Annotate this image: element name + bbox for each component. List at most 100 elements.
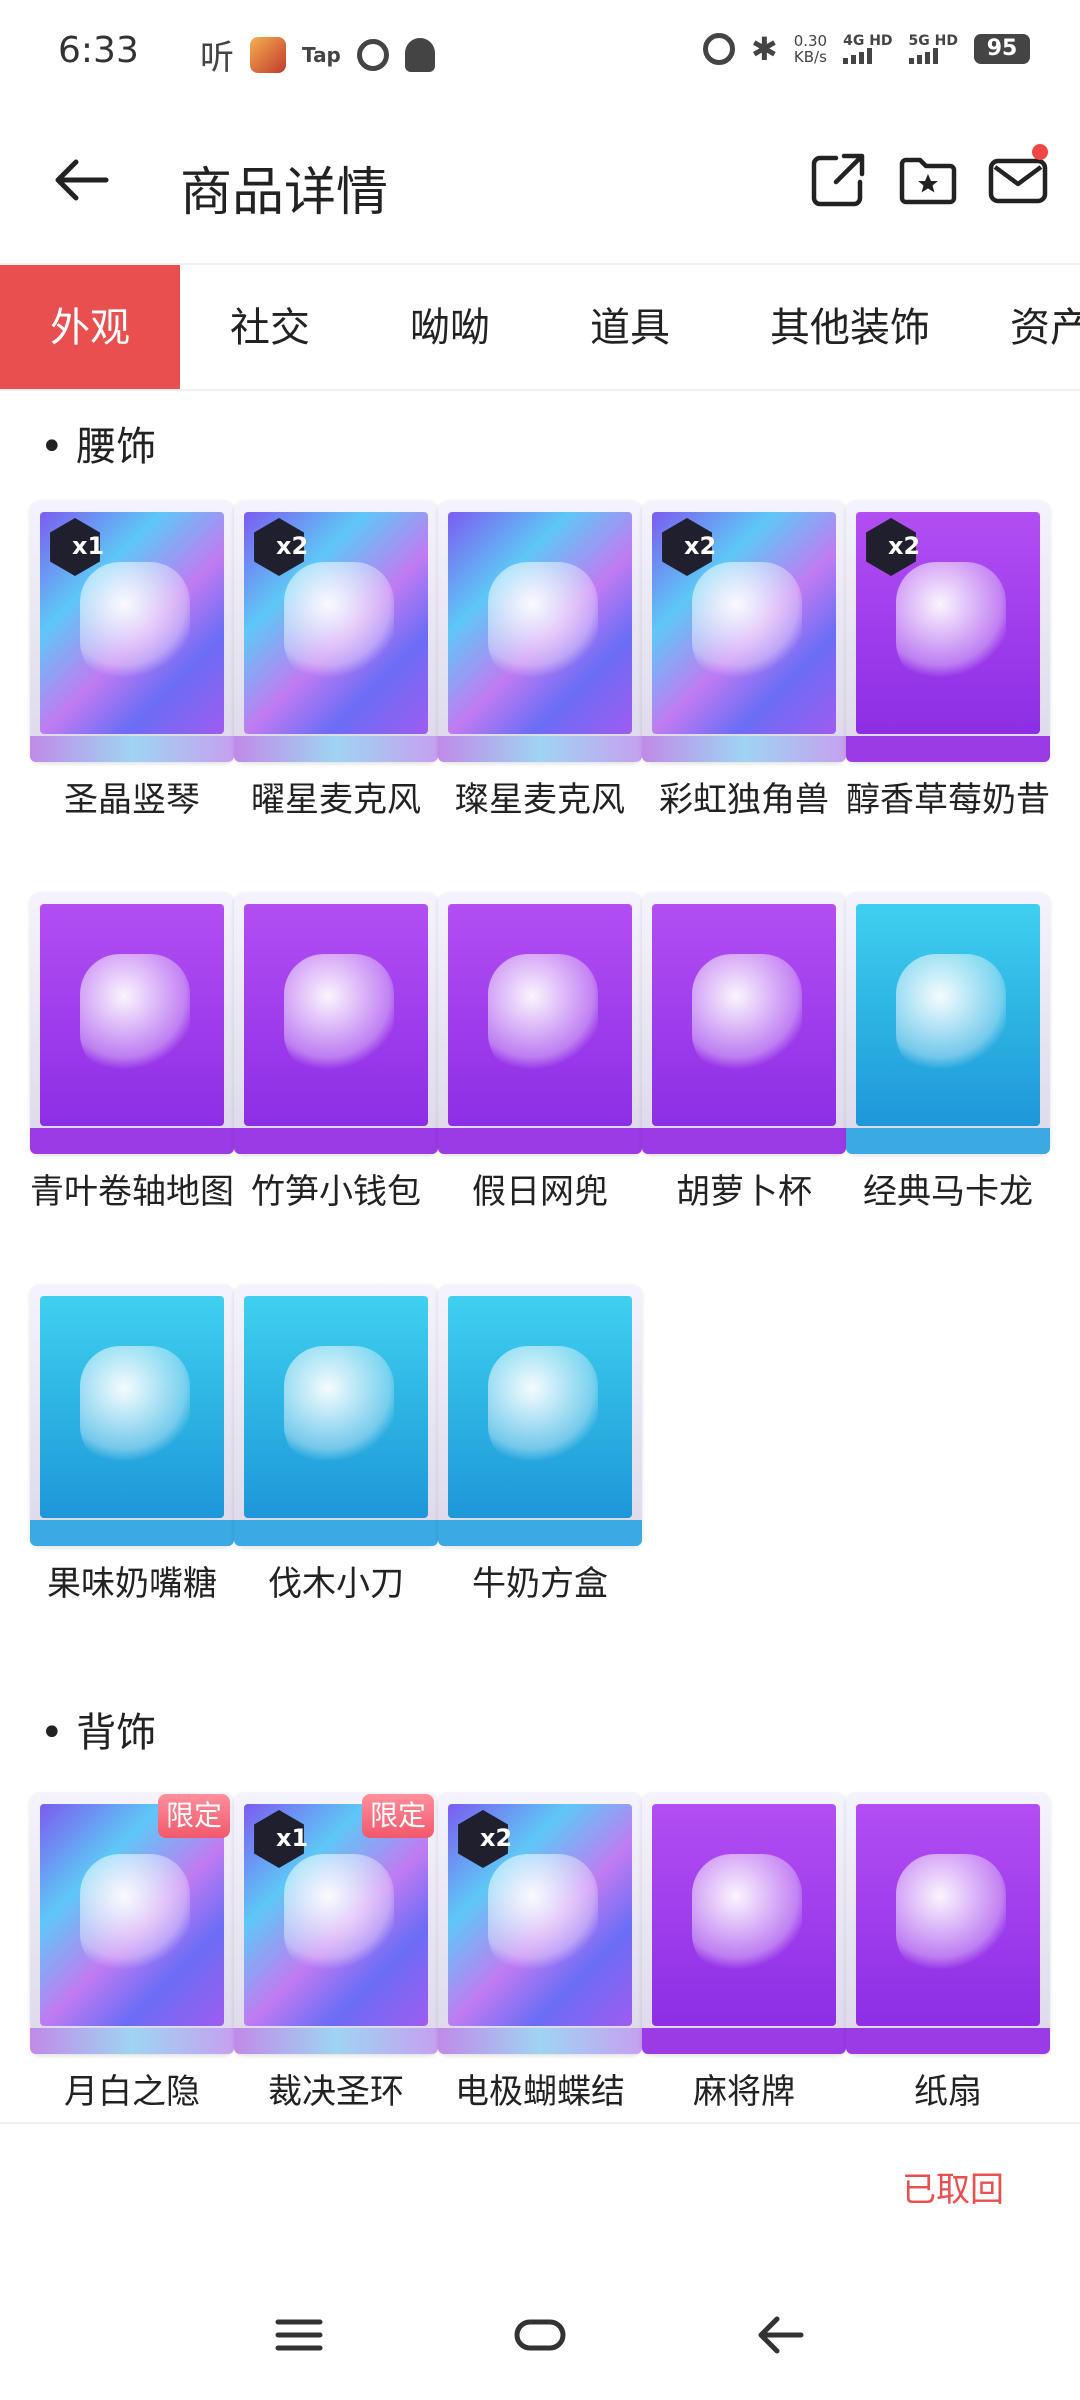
item-card[interactable]: 伐木小刀 (234, 1284, 438, 1606)
tab-social[interactable]: 社交 (210, 265, 330, 389)
tab-other-decor[interactable]: 其他装饰 (750, 265, 950, 389)
nav-menu-button[interactable] (264, 2300, 334, 2370)
signal-bars-icon (908, 48, 938, 64)
tab-youyou[interactable]: 呦呦 (390, 265, 510, 389)
section-title-waist: • 腰饰 (40, 424, 157, 470)
item-card[interactable]: x2 醇香草莓奶昔 (846, 500, 1050, 822)
item-art-icon (692, 1854, 802, 1974)
item-name: 圣晶竖琴 (64, 780, 200, 820)
item-name: 经典马卡龙 (863, 1172, 1033, 1212)
item-name: 醇香草莓奶昔 (846, 780, 1050, 820)
card-base (234, 2028, 438, 2054)
tab-appearance[interactable]: 外观 (0, 265, 180, 389)
unread-dot (1032, 144, 1048, 160)
item-name: 牛奶方盒 (472, 1564, 608, 1604)
item-name: 彩虹独角兽 (659, 780, 829, 820)
status-time: 6:33 (58, 30, 139, 71)
item-card[interactable]: x2 电极蝴蝶结 (438, 1792, 642, 2114)
item-card[interactable]: 胡萝卜杯 (642, 892, 846, 1214)
count-badge-label: x2 (888, 532, 921, 560)
count-badge: x2 (658, 518, 724, 576)
home-icon (514, 2319, 566, 2351)
item-art-icon (488, 954, 598, 1074)
signal-bars-icon (843, 48, 873, 64)
count-badge-label: x2 (480, 1824, 513, 1852)
signal-4g: 4G HD (843, 33, 893, 64)
count-badge: x2 (862, 518, 928, 576)
item-name: 电极蝴蝶结 (455, 2072, 625, 2112)
item-card[interactable]: 青叶卷轴地图 (30, 892, 234, 1214)
item-name: 曜星麦克风 (251, 780, 421, 820)
item-card[interactable]: x1 限定 裁决圣环 (234, 1792, 438, 2114)
card-base (30, 1128, 234, 1154)
item-art-icon (488, 1854, 598, 1974)
menu-icon (275, 2319, 323, 2351)
card-background (244, 904, 428, 1126)
share-icon (811, 153, 865, 207)
item-card[interactable]: 假日网兜 (438, 892, 642, 1214)
alarm-icon (702, 33, 735, 65)
item-art-icon (284, 954, 394, 1074)
item-art-icon (80, 1854, 190, 1974)
favorite-folder-button[interactable] (896, 148, 960, 212)
item-card[interactable]: 璨星麦克风 (438, 500, 642, 822)
card-background (448, 512, 632, 734)
card-background (244, 1296, 428, 1518)
net-speed-value: 0.30 (793, 32, 828, 50)
card-base (438, 1520, 642, 1546)
item-card[interactable]: 果味奶嘴糖 (30, 1284, 234, 1606)
count-badge-label: x1 (276, 1824, 309, 1852)
card-base (438, 1128, 642, 1154)
count-badge-label: x1 (72, 532, 105, 560)
card-base (30, 2028, 234, 2054)
item-card-image (234, 1284, 438, 1546)
item-card-image: x2 (846, 500, 1050, 762)
limited-badge: 限定 (361, 1794, 434, 1838)
item-card-image (30, 1284, 234, 1546)
signal-4g-label: 4G HD (843, 33, 893, 49)
notification-icons: 听 Tap (200, 30, 435, 79)
count-badge: x2 (454, 1810, 520, 1868)
mail-button[interactable] (986, 144, 1050, 212)
tab-assets[interactable]: 资产 (1010, 265, 1080, 389)
system-nav-bar (0, 2280, 1080, 2400)
card-base (642, 1128, 846, 1154)
item-card-image (642, 1792, 846, 2054)
share-button[interactable] (806, 148, 870, 212)
status-bar: 6:33 听 Tap ✱ 0.30 KB/s 4G HD 5G HD 95 (0, 0, 1080, 110)
item-art-icon (284, 1854, 394, 1974)
tab-props[interactable]: 道具 (570, 265, 690, 389)
item-card-image (438, 500, 642, 762)
item-art-icon (80, 1346, 190, 1466)
recall-status[interactable]: 已取回 (902, 2162, 1004, 2211)
item-card-image (234, 892, 438, 1154)
item-card[interactable]: x2 彩虹独角兽 (642, 500, 846, 822)
card-base (642, 2028, 846, 2054)
item-card[interactable]: 限定 月白之隐 (30, 1792, 234, 2114)
item-name: 假日网兜 (472, 1172, 608, 1212)
count-badge-label: x2 (684, 532, 717, 560)
card-base (846, 1128, 1050, 1154)
q-app-icon (356, 38, 389, 71)
game-app-icon (250, 36, 286, 73)
back-button[interactable] (50, 148, 114, 212)
item-art-icon (692, 954, 802, 1074)
card-background (448, 904, 632, 1126)
item-card[interactable]: x2 曜星麦克风 (234, 500, 438, 822)
count-badge: x2 (250, 518, 316, 576)
nav-home-button[interactable] (505, 2300, 575, 2370)
back-icon (758, 2316, 804, 2354)
item-card[interactable]: 竹笋小钱包 (234, 892, 438, 1214)
item-card[interactable]: 麻将牌 (642, 1792, 846, 2114)
nav-back-button[interactable] (745, 2300, 815, 2370)
item-art-icon (80, 954, 190, 1074)
recall-bar: 已取回 (0, 2122, 1080, 2252)
tap-icon: Tap (302, 42, 341, 67)
card-background (40, 904, 224, 1126)
item-card[interactable]: x1 圣晶竖琴 (30, 500, 234, 822)
item-card[interactable]: 经典马卡龙 (846, 892, 1050, 1214)
item-card[interactable]: 牛奶方盒 (438, 1284, 642, 1606)
item-art-icon (692, 562, 802, 682)
item-card[interactable]: 纸扇 (846, 1792, 1050, 2114)
item-art-icon (488, 562, 598, 682)
